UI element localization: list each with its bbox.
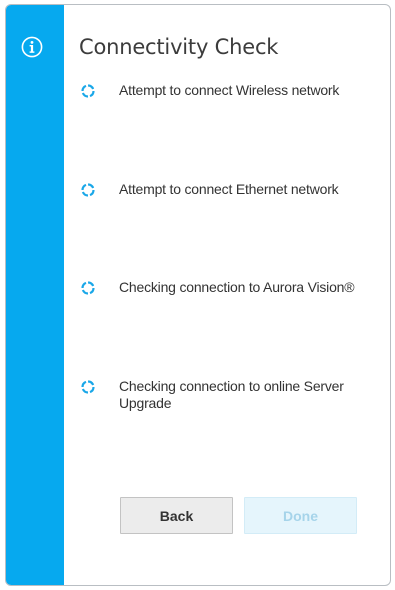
info-icon — [21, 36, 43, 58]
back-button[interactable]: Back — [120, 497, 233, 534]
step-label: Attempt to connect Wireless network — [119, 82, 340, 98]
dialog-sidebar — [6, 5, 64, 585]
dialog-title: Connectivity Check — [79, 35, 279, 59]
step-label: Attempt to connect Ethernet network — [119, 181, 339, 197]
connectivity-check-dialog: Connectivity Check Attempt to connect Wi… — [5, 4, 391, 586]
loading-spinner-icon — [81, 281, 95, 295]
loading-spinner-icon — [81, 183, 95, 197]
loading-spinner-icon — [81, 84, 95, 98]
step-label: Checking connection to Aurora Vision® — [119, 279, 355, 295]
done-button[interactable]: Done — [244, 497, 357, 534]
step-label: Checking connection to online Server Upg… — [119, 378, 344, 411]
loading-spinner-icon — [81, 380, 95, 394]
